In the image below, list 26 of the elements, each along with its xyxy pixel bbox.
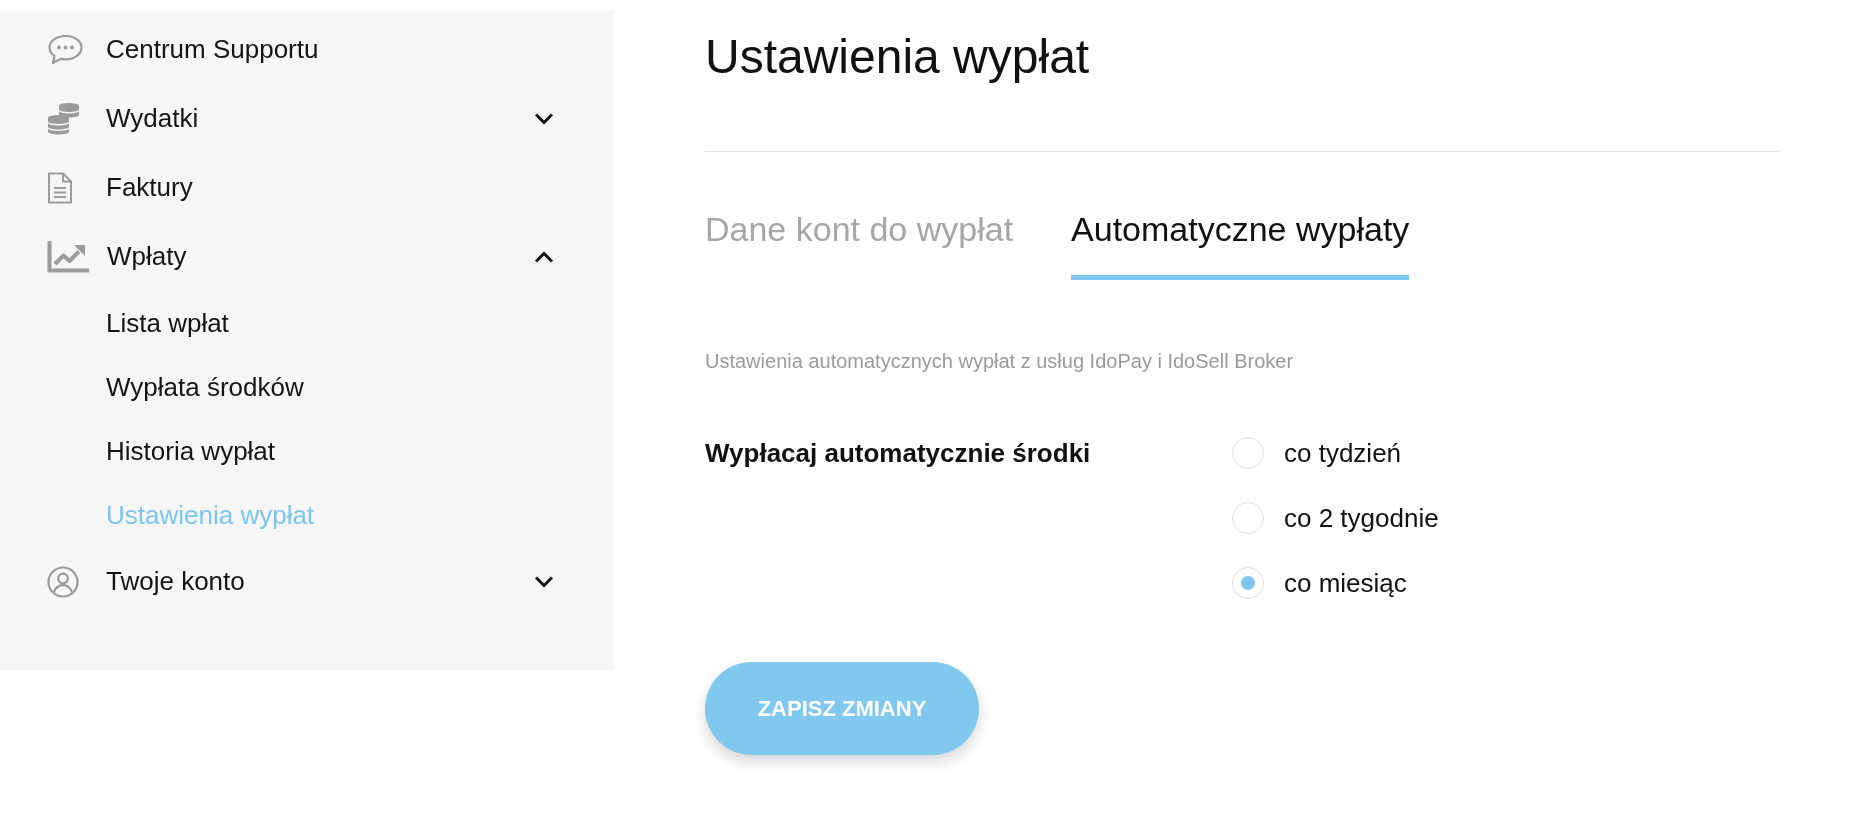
page-title: Ustawienia wypłat [705,29,1091,85]
description-text: Ustawienia automatycznych wypłat z usług IdoPay i IdoSell Broker [705,349,1295,373]
coins-icon [47,102,80,135]
user-circle-icon [47,565,79,598]
radio-button[interactable] [1232,502,1264,534]
sidebar-item[interactable]: Twoje konto [47,547,554,616]
sidebar-item[interactable]: Centrum Supportu [47,15,554,84]
radio-button[interactable] [1232,437,1264,469]
chart-trend-icon [47,240,89,273]
option-label: co tydzień [1284,437,1402,469]
chevron-up-icon[interactable] [534,250,554,263]
sidebar-item[interactable]: Faktury [47,153,554,222]
option-label: co 2 tygodnie [1284,502,1439,534]
sidebar-item[interactable]: Wydatki [47,84,554,153]
tab[interactable]: Automatyczne wypłaty [1071,209,1410,280]
sidebar-item[interactable]: Wpłaty [47,222,554,291]
submenu-item[interactable]: Wypłata środków [106,355,304,419]
submenu-item[interactable]: Lista wpłat [106,291,229,355]
submenu-item[interactable]: Historia wypłat [106,419,276,483]
option-label: co miesiąc [1284,567,1407,599]
chevron-down-icon[interactable] [534,112,554,125]
chat-bubble-icon [47,34,84,65]
document-icon [47,171,73,204]
field-label: Wypłacaj automatycznie środki [705,437,1092,469]
chevron-down-icon[interactable] [534,575,554,588]
radio-button[interactable] [1232,567,1264,599]
